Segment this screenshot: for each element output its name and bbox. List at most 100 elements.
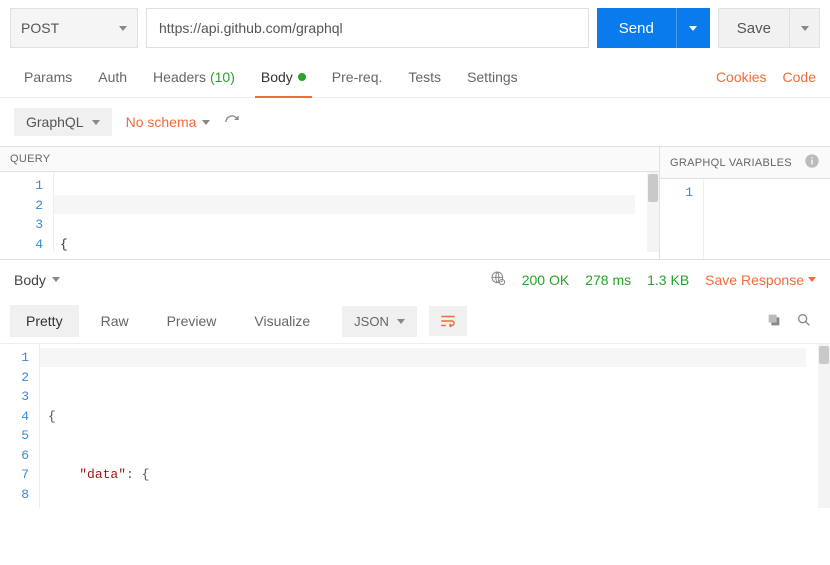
code-text: {: [48, 409, 56, 424]
tab-label: Auth: [98, 69, 127, 85]
resp-tab-raw[interactable]: Raw: [85, 305, 145, 337]
scrollbar[interactable]: [647, 172, 659, 252]
url-value: https://api.github.com/graphql: [159, 20, 343, 36]
tab-label: Settings: [467, 69, 518, 85]
tab-label: Preview: [167, 313, 217, 329]
tab-label: Params: [24, 69, 72, 85]
graphql-editors: QUERY 1 2 3 4 { repository(owner: "loopD…: [0, 146, 830, 260]
tab-headers[interactable]: Headers (10): [143, 56, 245, 97]
code-area[interactable]: { repository(owner: "loopDelicious", nam…: [54, 172, 647, 252]
line-gutter: 1 2 3 4: [0, 172, 54, 252]
tab-auth[interactable]: Auth: [88, 56, 137, 97]
tabs-right-links: Cookies Code: [716, 69, 816, 85]
line-number: 7: [4, 465, 29, 485]
line-number: 1: [664, 183, 693, 203]
variables-editor-pane: GRAPHQL VARIABLES 1: [660, 147, 830, 259]
response-tab-select[interactable]: Body: [14, 272, 60, 288]
response-tab-label: Body: [14, 272, 46, 288]
chevron-down-icon: [52, 277, 60, 282]
info-icon[interactable]: [804, 153, 820, 172]
code-text: {: [60, 237, 68, 252]
scrollbar-thumb[interactable]: [819, 346, 829, 364]
line-number: 3: [4, 215, 43, 235]
save-button[interactable]: Save: [718, 8, 790, 48]
schema-select[interactable]: No schema: [126, 114, 211, 130]
search-icon[interactable]: [796, 312, 812, 331]
line-number: 4: [4, 235, 43, 253]
cookies-link[interactable]: Cookies: [716, 69, 767, 85]
line-number: 5: [4, 426, 29, 446]
line-number: 8: [4, 485, 29, 505]
tab-label: Visualize: [254, 313, 310, 329]
chevron-down-icon: [92, 120, 100, 125]
chevron-down-icon: [397, 319, 405, 324]
response-size: 1.3 KB: [647, 272, 689, 288]
send-dropdown-button[interactable]: [676, 8, 710, 48]
modified-dot-icon: [298, 73, 306, 81]
resp-tab-visualize[interactable]: Visualize: [238, 305, 326, 337]
headers-count: (10): [210, 69, 235, 85]
save-button-group: Save: [718, 8, 820, 48]
tab-label: Pretty: [26, 313, 63, 329]
current-line-highlight: [40, 348, 806, 367]
save-response-label: Save Response: [705, 272, 804, 288]
code-text: : {: [126, 467, 149, 482]
query-editor-title: QUERY: [10, 153, 50, 165]
response-actions: [766, 312, 820, 331]
chevron-down-icon: [808, 277, 816, 282]
url-input[interactable]: https://api.github.com/graphql: [146, 8, 589, 48]
query-editor-pane: QUERY 1 2 3 4 { repository(owner: "loopD…: [0, 147, 660, 259]
tab-tests[interactable]: Tests: [398, 56, 451, 97]
resp-tab-preview[interactable]: Preview: [151, 305, 233, 337]
scrollbar[interactable]: [818, 344, 830, 508]
line-number: 1: [4, 348, 29, 368]
wrap-lines-button[interactable]: [429, 306, 467, 336]
code-link[interactable]: Code: [783, 69, 816, 85]
tab-prereq[interactable]: Pre-req.: [322, 56, 393, 97]
response-format-select[interactable]: JSON: [342, 306, 417, 337]
resp-tab-pretty[interactable]: Pretty: [10, 305, 79, 337]
response-body: 1 2 3 4 5 6 7 8 { "data": { "repository"…: [0, 343, 830, 508]
tab-params[interactable]: Params: [14, 56, 82, 97]
chevron-down-icon: [801, 26, 809, 31]
send-button[interactable]: Send: [597, 8, 676, 48]
query-editor-header: QUERY: [0, 147, 659, 172]
send-label: Send: [619, 20, 654, 37]
copy-icon[interactable]: [766, 312, 782, 331]
method-value: POST: [21, 20, 59, 36]
response-bar: Body 200 OK 278 ms 1.3 KB Save Response: [0, 260, 830, 299]
response-status: 200 OK: [522, 272, 569, 288]
line-gutter: 1: [660, 179, 704, 259]
body-subbar: GraphQL No schema: [0, 98, 830, 146]
line-number: 6: [4, 446, 29, 466]
save-dropdown-button[interactable]: [790, 8, 820, 48]
scrollbar-thumb[interactable]: [648, 174, 658, 202]
code-area[interactable]: [704, 179, 830, 259]
variables-editor-header: GRAPHQL VARIABLES: [660, 147, 830, 179]
network-icon[interactable]: [490, 270, 506, 289]
response-code-area[interactable]: { "data": { "repository": null }, "error…: [40, 344, 818, 508]
response-meta: 200 OK 278 ms 1.3 KB Save Response: [490, 270, 816, 289]
refresh-icon[interactable]: [224, 114, 240, 130]
chevron-down-icon: [202, 120, 210, 125]
line-number: 1: [4, 176, 43, 196]
response-view-tabs: Pretty Raw Preview Visualize JSON: [0, 299, 830, 343]
schema-value: No schema: [126, 114, 197, 130]
query-editor[interactable]: 1 2 3 4 { repository(owner: "loopDelicio…: [0, 172, 659, 252]
tab-settings[interactable]: Settings: [457, 56, 528, 97]
tab-label: Headers: [153, 69, 206, 85]
send-button-group: Send: [597, 8, 710, 48]
body-mode-select[interactable]: GraphQL: [14, 108, 112, 136]
body-mode-value: GraphQL: [26, 114, 84, 130]
save-response-button[interactable]: Save Response: [705, 272, 816, 288]
tab-body[interactable]: Body: [251, 56, 316, 97]
chevron-down-icon: [689, 26, 697, 31]
request-bar: POST https://api.github.com/graphql Send…: [0, 0, 830, 56]
tab-label: Tests: [408, 69, 441, 85]
save-label: Save: [737, 20, 771, 37]
variables-editor[interactable]: 1: [660, 179, 830, 259]
method-select[interactable]: POST: [10, 8, 138, 48]
tab-label: Body: [261, 69, 293, 85]
response-time: 278 ms: [585, 272, 631, 288]
line-number: 3: [4, 387, 29, 407]
